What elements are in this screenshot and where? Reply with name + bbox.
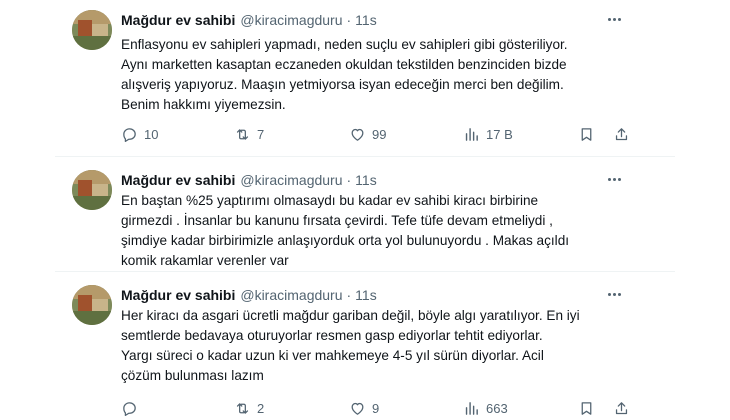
author-handle[interactable]: @kiracimagduru xyxy=(240,12,342,28)
share-button[interactable] xyxy=(613,398,630,418)
separator-dot: · xyxy=(346,12,352,28)
more-dots-icon[interactable] xyxy=(605,10,623,28)
like-count: 9 xyxy=(372,400,380,416)
reply-count: 10 xyxy=(144,126,159,142)
tweet[interactable]: Mağdur ev sahibi @kiracimagduru · 11s En… xyxy=(55,0,675,157)
separator-dot: · xyxy=(346,287,352,303)
tweet-header: Mağdur ev sahibi @kiracimagduru · 11s xyxy=(121,11,377,29)
tweet-text-line: girmezdi . İnsanlar bu kanunu fırsata çe… xyxy=(121,213,553,228)
share-icon xyxy=(615,401,628,414)
tweet[interactable]: Mağdur ev sahibi @kiracimagduru · 11s He… xyxy=(55,273,675,420)
tweet-header: Mağdur ev sahibi @kiracimagduru · 11s xyxy=(121,171,377,189)
views-chart-icon xyxy=(465,127,478,141)
share-button[interactable] xyxy=(613,124,630,144)
reply-button[interactable]: 10 xyxy=(121,124,158,144)
tweet-text-line: Her kiracı da asgari ücretli mağdur gari… xyxy=(121,308,580,323)
tweet-header: Mağdur ev sahibi @kiracimagduru · 11s xyxy=(121,286,377,304)
heart-icon xyxy=(351,128,364,141)
timestamp[interactable]: 11s xyxy=(355,172,377,188)
retweet-button[interactable]: 7 xyxy=(234,124,264,144)
tweet-text-line: şimdiye kadar birbirimizle anlaşıyorduk … xyxy=(121,233,570,248)
heart-icon xyxy=(351,402,364,415)
more-dots-icon[interactable] xyxy=(605,170,623,188)
share-icon xyxy=(615,127,628,140)
tweet-text-line: alışveriş yapıyoruz. Maaşın yetmiyorsa i… xyxy=(121,77,564,92)
like-button[interactable]: 99 xyxy=(349,124,386,144)
separator-dot: · xyxy=(346,172,352,188)
tweet[interactable]: Mağdur ev sahibi @kiracimagduru · 11s En… xyxy=(55,158,675,272)
tweet-text: Enflasyonu ev sahipleri yapmadı, neden s… xyxy=(121,35,666,115)
bookmark-button[interactable] xyxy=(578,398,595,418)
tweet-text-line: komik rakamlar verenler var xyxy=(121,253,289,268)
bookmark-icon xyxy=(581,401,592,415)
timestamp[interactable]: 11s xyxy=(355,12,377,28)
tweet-text-line: En baştan %25 yaptırımı olmasaydı bu kad… xyxy=(121,193,539,208)
bookmark-icon xyxy=(581,127,592,141)
views-button[interactable]: 17 B xyxy=(463,124,513,144)
views-button[interactable]: 663 xyxy=(463,398,508,418)
like-button[interactable]: 9 xyxy=(349,398,379,418)
reply-button[interactable] xyxy=(121,398,144,418)
more-dots-icon[interactable] xyxy=(605,285,623,303)
timestamp[interactable]: 11s xyxy=(355,287,377,303)
tweet-text: En baştan %25 yaptırımı olmasaydı bu kad… xyxy=(121,191,666,271)
retweet-count: 7 xyxy=(257,126,265,142)
action-bar: 10 7 99 17 B xyxy=(121,124,631,144)
author-handle[interactable]: @kiracimagduru xyxy=(240,172,342,188)
views-count: 663 xyxy=(486,400,508,416)
like-count: 99 xyxy=(372,126,387,142)
bookmark-button[interactable] xyxy=(578,124,595,144)
tweet-text-line: Enflasyonu ev sahipleri yapmadı, neden s… xyxy=(121,37,568,52)
retweet-icon xyxy=(236,402,249,414)
tweet-text-line: Yargı süreci o kadar uzun ki ver mahkeme… xyxy=(121,348,544,363)
views-chart-icon xyxy=(465,401,478,415)
views-count: 17 B xyxy=(486,126,513,142)
retweet-button[interactable]: 2 xyxy=(234,398,264,418)
tweet-text-line: Benim hakkımı yiyemezsin. xyxy=(121,97,286,112)
reply-icon xyxy=(123,401,136,416)
author-name[interactable]: Mağdur ev sahibi xyxy=(121,12,235,28)
avatar[interactable] xyxy=(72,10,112,50)
tweet-text-line: semtlerde bedavaya oturuyorlar resmen ga… xyxy=(121,328,543,343)
retweet-count: 2 xyxy=(257,400,265,416)
author-name[interactable]: Mağdur ev sahibi xyxy=(121,287,235,303)
retweet-icon xyxy=(236,128,249,140)
tweet-text-line: Aynı marketten kasaptan eczaneden okulda… xyxy=(121,57,567,72)
reply-icon xyxy=(123,127,136,142)
author-handle[interactable]: @kiracimagduru xyxy=(240,287,342,303)
avatar[interactable] xyxy=(72,170,112,210)
author-name[interactable]: Mağdur ev sahibi xyxy=(121,172,235,188)
avatar[interactable] xyxy=(72,285,112,325)
tweet-text-line: çözüm bulunması lazım xyxy=(121,368,264,383)
tweet-text: Her kiracı da asgari ücretli mağdur gari… xyxy=(121,306,666,386)
action-bar: 2 9 663 xyxy=(121,398,631,418)
